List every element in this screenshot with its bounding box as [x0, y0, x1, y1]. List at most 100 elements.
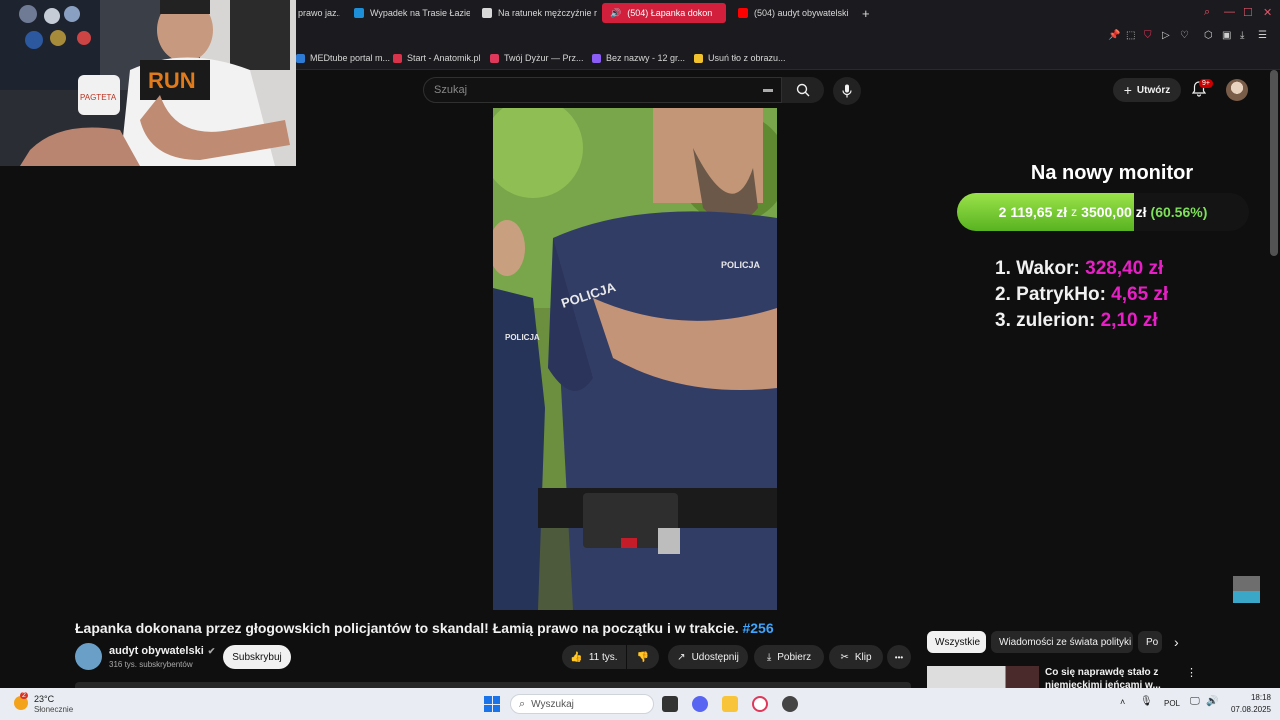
create-button[interactable]: + Utwórz	[1113, 78, 1181, 102]
microphone-tray-icon[interactable]: 🎙	[1140, 696, 1153, 707]
minimize-icon[interactable]: —	[1224, 6, 1235, 18]
goal-target-amount: 3500,00 zł	[1081, 204, 1147, 220]
download-arrow-icon: ⤓	[766, 651, 772, 663]
donor-amount: 4,65 zł	[1111, 284, 1169, 305]
maximize-icon[interactable]: ☐	[1243, 6, 1253, 19]
donation-goal-text: 2 119,65 zł z 3500,00 zł (60.56%)	[957, 193, 1249, 231]
voice-search-button[interactable]	[833, 77, 861, 105]
weather-description: Słonecznie	[34, 705, 74, 714]
keyboard-icon[interactable]: ▬	[763, 84, 773, 95]
chip-all[interactable]: Wszystkie	[927, 631, 986, 653]
bookmark-favicon-icon	[694, 53, 703, 63]
task-view-icon[interactable]	[662, 696, 678, 712]
thumbs-down-icon: 👎	[636, 651, 650, 663]
create-label: Utwórz	[1136, 84, 1171, 96]
obs-icon[interactable]	[782, 696, 798, 712]
recommended-video-title[interactable]: Co się naprawdę stało z niemieckimi jeńc…	[1045, 666, 1165, 688]
recommended-video-thumbnail[interactable]	[927, 666, 1039, 688]
heart-icon[interactable]: ♡	[1180, 30, 1189, 41]
search-tabs-icon[interactable]: ⌕	[1204, 6, 1210, 19]
donor-name: PatrykHo:	[1016, 284, 1106, 305]
channel-name-text: audyt obywatelski	[109, 645, 204, 657]
clock-date[interactable]: 07.08.2025	[1225, 705, 1271, 714]
donor-amount: 328,40 zł	[1085, 258, 1164, 279]
tab-prawo-jazdy[interactable]: prawo jaz...	[290, 3, 340, 23]
dislike-button[interactable]: 👎	[627, 645, 659, 669]
search-input[interactable]: Szukaj ▬	[423, 77, 782, 103]
search-button[interactable]	[782, 77, 824, 103]
download-icon[interactable]: ⤓	[1240, 30, 1244, 41]
search-icon: ⌕	[519, 697, 526, 710]
chip-politics-news[interactable]: Wiadomości ze świata polityki	[991, 631, 1133, 653]
pin-icon[interactable]: 📌	[1108, 30, 1120, 41]
clip-label: Klip	[854, 651, 872, 663]
extensions-icon[interactable]: ⬡	[1204, 30, 1213, 41]
close-icon[interactable]: ✕	[1263, 6, 1272, 19]
share-button[interactable]: ↗ Udostępnij	[668, 645, 748, 669]
donor-rank: 1.	[995, 258, 1011, 279]
account-avatar[interactable]	[1226, 79, 1248, 101]
screenshot-icon[interactable]: ⬚	[1126, 30, 1135, 41]
download-button[interactable]: ⤓ Pobierz	[754, 645, 824, 669]
tab-audyt[interactable]: (504) audyt obywatelski	[730, 3, 854, 23]
bookmark-medtube[interactable]: MEDtube portal m...	[296, 53, 390, 63]
tab-na-ratunek[interactable]: Na ratunek mężczyźnie r	[474, 3, 598, 23]
bookmark-twoj-dyzur[interactable]: Twój Dyżur — Prz...	[490, 53, 584, 63]
video-player[interactable]: POLICJA POLICJA POLICJA	[493, 108, 777, 610]
discord-icon[interactable]	[692, 696, 708, 712]
tab-wypadek[interactable]: Wypadek na Trasie Łazie	[346, 3, 470, 23]
tab-favicon-icon	[482, 8, 492, 18]
new-tab-plus-icon[interactable]: +	[854, 3, 876, 23]
channel-avatar[interactable]	[75, 643, 102, 670]
opera-icon[interactable]	[752, 696, 768, 712]
chip-more[interactable]: Po	[1138, 631, 1162, 653]
donor-row-2: 2. PatrykHo: 4,65 zł	[995, 284, 1168, 306]
bookmark-favicon-icon	[490, 53, 499, 63]
tray-chevron-up-icon[interactable]: ˄	[1120, 697, 1125, 707]
more-actions-button[interactable]: •••	[887, 645, 911, 669]
chevron-right-icon[interactable]: ›	[1174, 634, 1179, 650]
tab-label: (504) audyt obywatelski	[754, 8, 849, 18]
goal-percent: (60.56%)	[1150, 204, 1208, 220]
start-button[interactable]	[484, 696, 500, 712]
like-count: 11 tys.	[588, 651, 618, 663]
bookmark-usun-tlo[interactable]: Usuń tło z obrazu...	[694, 53, 786, 63]
channel-watermark[interactable]	[1233, 576, 1260, 603]
volume-icon[interactable]: 🔊	[1206, 696, 1218, 707]
shield-icon[interactable]: ⛉	[1144, 30, 1152, 41]
donor-rank: 2.	[995, 284, 1011, 305]
subscribe-button[interactable]: Subskrybuj	[223, 645, 291, 669]
video-title-text: Łapanka dokonana przez głogowskich polic…	[75, 620, 739, 636]
clock-time[interactable]: 18:18	[1225, 693, 1271, 702]
donor-row-1: 1. Wakor: 328,40 zł	[995, 258, 1163, 280]
bookmark-label: Usuń tło z obrazu...	[708, 53, 786, 63]
tab-lapanka-active[interactable]: 🔊 (504) Łapanka dokon	[602, 3, 726, 23]
search-placeholder: Szukaj	[434, 84, 468, 96]
tab-label: Na ratunek mężczyźnie r	[498, 8, 598, 18]
menu-icon[interactable]: ☰	[1258, 30, 1267, 41]
language-indicator[interactable]: POL	[1164, 699, 1180, 708]
tab-favicon-icon	[354, 8, 364, 18]
svg-text:PAGTETA: PAGTETA	[80, 93, 117, 102]
weather-badge: 2	[20, 692, 28, 699]
network-icon[interactable]: 🖵	[1190, 696, 1200, 707]
play-icon[interactable]: ▷	[1162, 30, 1170, 41]
clip-button[interactable]: ✂ Klip	[829, 645, 883, 669]
bookmark-bez-nazwy[interactable]: Bez nazwy - 12 gr...	[592, 53, 685, 63]
bookmark-favicon-icon	[393, 53, 402, 63]
bookmark-favicon-icon	[296, 53, 305, 63]
channel-name[interactable]: audyt obywatelski ✔	[109, 645, 215, 657]
bookmark-anatomik[interactable]: Start - Anatomik.pl	[393, 53, 481, 63]
video-hashtag-link[interactable]: #256	[742, 620, 773, 636]
thumbs-up-icon: 👍	[570, 651, 583, 663]
taskbar-search-input[interactable]: ⌕ Wyszukaj	[510, 694, 654, 714]
page-scrollbar[interactable]	[1270, 70, 1278, 256]
file-explorer-icon[interactable]	[722, 696, 738, 712]
microphone-icon	[842, 84, 852, 98]
profile-icon[interactable]: ▣	[1222, 30, 1231, 41]
like-button[interactable]: 👍 11 tys.	[562, 645, 626, 669]
speaker-icon: 🔊	[610, 7, 622, 18]
bookmark-label: MEDtube portal m...	[310, 53, 391, 63]
donor-name: Wakor:	[1016, 258, 1080, 279]
recommended-menu-icon[interactable]: ⋮	[1186, 666, 1197, 679]
